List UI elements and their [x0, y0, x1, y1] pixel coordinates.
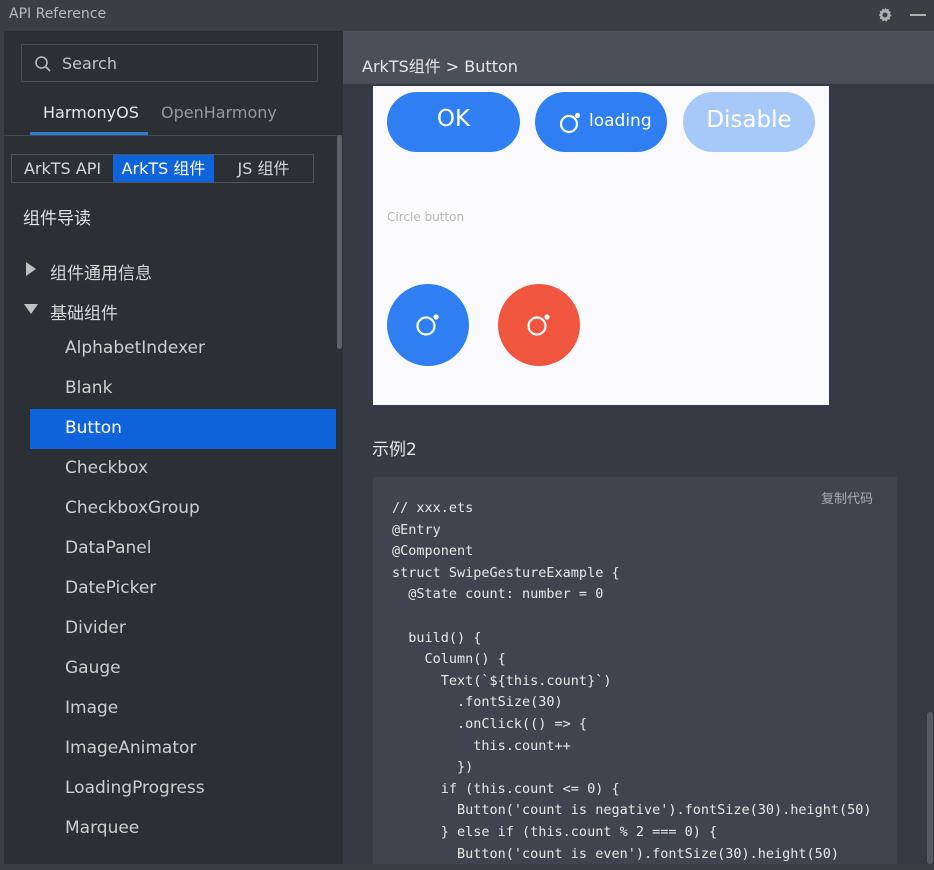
sidebar-item-gauge[interactable]: Gauge	[30, 649, 336, 689]
tree-node-common-info[interactable]: 组件通用信息	[4, 250, 336, 290]
sidebar-item-blank[interactable]: Blank	[30, 369, 336, 409]
code-text: // xxx.ets @Entry @Component struct Swip…	[392, 500, 872, 862]
tree-node-label: 基础组件	[50, 304, 118, 324]
preview-circle-button-blue	[387, 284, 469, 366]
sidebar-item-divider[interactable]: Divider	[30, 609, 336, 649]
sidebar-item-label: Marquee	[65, 818, 140, 838]
sidebar-item-checkboxgroup[interactable]: CheckboxGroup	[30, 489, 336, 529]
sidebar-scrollbar[interactable]	[335, 135, 343, 864]
preview-loading-button: loading	[535, 92, 667, 152]
loading-icon	[527, 314, 550, 336]
loading-icon	[559, 112, 581, 134]
sidebar-item-imageanimator[interactable]: ImageAnimator	[30, 729, 336, 769]
sidebar-item-label: Blank	[65, 378, 113, 398]
search-placeholder: Search	[62, 54, 117, 73]
preview-button-label: loading	[589, 111, 652, 131]
sidebar-item-marquee[interactable]: Marquee	[30, 809, 336, 849]
minimize-icon[interactable]	[909, 6, 927, 24]
content-scroll-thumb[interactable]	[927, 712, 933, 864]
sidebar-scroll-thumb[interactable]	[337, 135, 342, 349]
sidebar-item-label: Divider	[65, 618, 126, 638]
chevron-right-icon	[26, 262, 36, 276]
sidebar-item-loadingprogress[interactable]: LoadingProgress	[30, 769, 336, 809]
sidebar-item-label: Button	[65, 418, 122, 438]
sidebar-item-label: ImageAnimator	[65, 738, 197, 758]
content-scrollbar[interactable]	[924, 86, 934, 864]
window-title: API Reference	[9, 6, 107, 22]
search-input[interactable]: Search	[21, 44, 318, 82]
content-pane: ArkTS组件 > Button OK loading Disable Circ…	[343, 31, 934, 864]
preview-ok-button: OK	[387, 92, 520, 152]
sidebar-item-label: DataPanel	[65, 538, 152, 558]
sidebar-item-label: Checkbox	[65, 458, 149, 478]
tree-node-label: 组件通用信息	[50, 264, 152, 284]
preview-caption: Circle button	[387, 210, 465, 224]
preview-disable-button: Disable	[683, 92, 815, 152]
tab-harmonyos[interactable]: HarmonyOS	[43, 103, 139, 122]
sidebar-item-alphabetindexer[interactable]: AlphabetIndexer	[30, 329, 336, 369]
segment-js-components[interactable]: JS 组件	[214, 155, 313, 182]
section-title[interactable]: 组件导读	[23, 204, 91, 229]
sidebar-item-label: Gauge	[65, 658, 121, 678]
sidebar-item-label: CheckboxGroup	[65, 498, 200, 518]
sidebar-item-label: DatePicker	[65, 578, 157, 598]
sidebar-item-image[interactable]: Image	[30, 689, 336, 729]
segment-arkts-api[interactable]: ArkTS API	[12, 155, 113, 182]
title-bar: API Reference	[0, 0, 934, 31]
breadcrumb-bar: ArkTS组件 > Button	[343, 31, 934, 84]
preview-circle-button-red	[498, 284, 580, 366]
button-preview-image: OK loading Disable Circle button	[373, 86, 829, 405]
chevron-down-icon	[24, 304, 38, 314]
tab-openharmony[interactable]: OpenHarmony	[161, 103, 277, 122]
example-heading: 示例2	[372, 440, 417, 460]
preview-button-label: OK	[436, 106, 471, 132]
sidebar-item-label: Image	[65, 698, 119, 718]
sidebar-item-label: LoadingProgress	[65, 778, 205, 798]
segment-arkts-components[interactable]: ArkTS 组件	[113, 155, 214, 182]
loading-icon	[416, 314, 439, 336]
tab-divider	[4, 135, 343, 136]
window-frame-bottom	[0, 864, 934, 870]
sidebar-item-button[interactable]: Button	[30, 409, 336, 449]
tree-node-basic-components[interactable]: 基础组件	[4, 290, 336, 330]
sidebar-item-checkbox[interactable]: Checkbox	[30, 449, 336, 489]
breadcrumb: ArkTS组件 > Button	[362, 57, 518, 76]
sidebar-item-datepicker[interactable]: DatePicker	[30, 569, 336, 609]
sidebar-item-label: AlphabetIndexer	[65, 338, 205, 358]
doc-type-segmented-control: ArkTS API ArkTS 组件 JS 组件	[11, 154, 314, 183]
gear-icon[interactable]	[876, 6, 894, 24]
sidebar-item-datapanel[interactable]: DataPanel	[30, 529, 336, 569]
preview-button-label: Disable	[706, 107, 792, 133]
sidebar: Search HarmonyOS OpenHarmony ArkTS API A…	[4, 31, 343, 864]
code-block: 复制代码 // xxx.ets @Entry @Component struct…	[373, 477, 897, 864]
search-icon	[35, 56, 51, 72]
